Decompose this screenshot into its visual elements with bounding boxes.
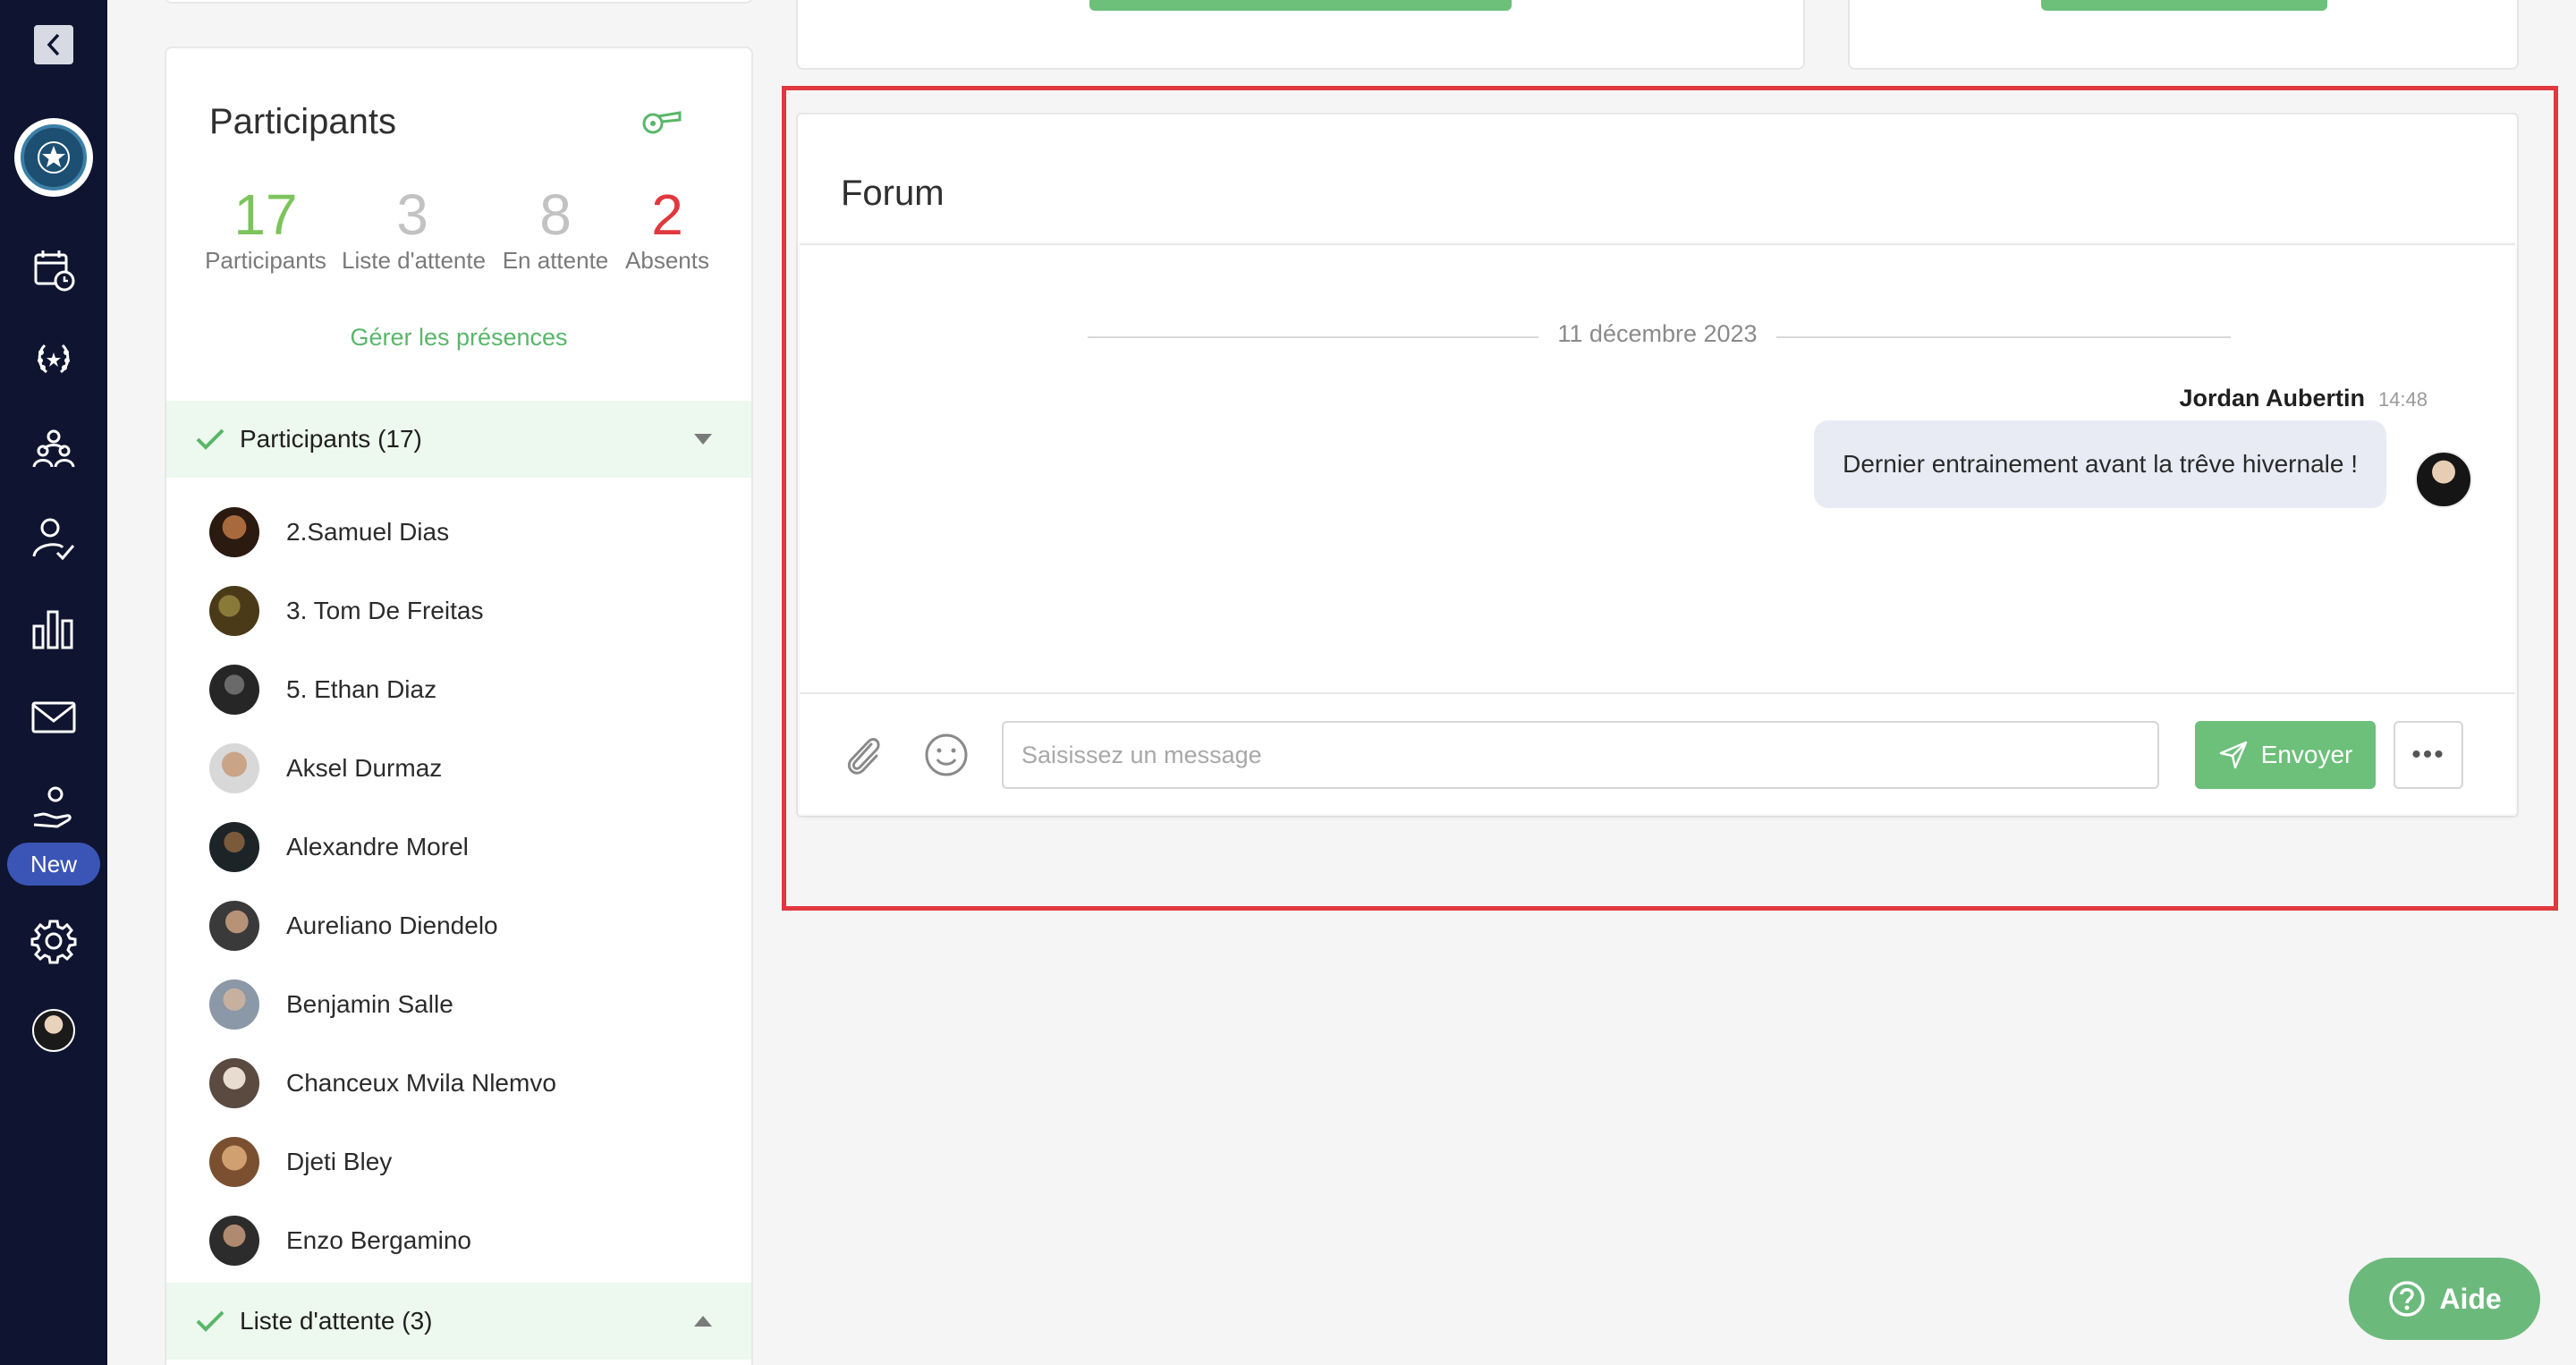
list-item[interactable]: Chanceux Mvila Nlemvo [209, 1057, 556, 1109]
member-name: Chanceux Mvila Nlemvo [286, 1069, 556, 1097]
list-item[interactable]: Enzo Bergamino [209, 1215, 471, 1267]
hand-user-icon[interactable] [27, 780, 80, 834]
message-author: Jordan Aubertin [2179, 385, 2365, 411]
stat-pending-label: En attente [502, 247, 609, 274]
member-name: 5. Ethan Diaz [286, 675, 437, 703]
chevron-left-icon [47, 33, 60, 56]
avatar [209, 743, 259, 793]
message-composer: Envoyer ••• [800, 692, 2515, 814]
stat-absent-label: Absents [625, 247, 709, 274]
top-card-left-button[interactable] [1089, 0, 1512, 11]
member-name: Enzo Bergamino [286, 1226, 472, 1254]
waitlist-section-label: Liste d'attente (3) [240, 1307, 433, 1335]
list-item[interactable]: Aksel Durmaz [209, 742, 442, 794]
avatar [209, 901, 259, 951]
more-options-button[interactable]: ••• [2394, 721, 2463, 789]
emoji-icon[interactable] [923, 732, 970, 783]
member-name: Benjamin Salle [286, 990, 453, 1018]
avatar [209, 665, 259, 715]
bar-chart-icon[interactable] [27, 601, 80, 655]
manage-attendance-link[interactable]: Gérer les présences [166, 324, 751, 352]
stat-waitlist-value: 3 [396, 182, 428, 247]
stat-participants-value: 17 [233, 182, 298, 247]
top-card-right-button[interactable] [2041, 0, 2327, 11]
send-button[interactable]: Envoyer [2195, 721, 2376, 789]
avatar [209, 822, 259, 872]
forum-thread: 11 décembre 2023 Jordan Aubertin 14:48 D… [800, 243, 2515, 814]
message-input[interactable] [1002, 721, 2159, 789]
stat-participants-label: Participants [205, 247, 326, 274]
user-avatar[interactable] [32, 1009, 75, 1052]
top-card-right [1848, 0, 2519, 70]
check-icon [196, 1310, 225, 1332]
whistle-icon[interactable] [639, 107, 683, 140]
participants-section-header[interactable]: Participants (17) [166, 401, 751, 478]
laurel-trophy-icon[interactable] [27, 333, 80, 386]
member-name: Aureliano Diendelo [286, 911, 498, 939]
member-name: 2.Samuel Dias [286, 518, 450, 546]
stat-absent: 2 Absents [617, 182, 717, 275]
list-item[interactable]: 2.Samuel Dias [209, 506, 449, 558]
stat-pending: 8 En attente [499, 182, 612, 275]
stat-waitlist-label: Liste d'attente [342, 247, 487, 274]
stat-pending-value: 8 [539, 182, 572, 247]
send-icon [2219, 741, 2247, 769]
avatar [209, 979, 259, 1030]
club-logo[interactable] [14, 118, 93, 197]
list-item[interactable]: 5. Ethan Diaz [209, 664, 436, 716]
member-name: Aksel Durmaz [286, 754, 443, 782]
stat-absent-value: 2 [651, 182, 683, 247]
check-icon [196, 428, 225, 450]
collapse-sidebar-button[interactable] [34, 25, 73, 64]
list-item[interactable]: Djeti Bley [209, 1136, 392, 1188]
message-bubble: Dernier entrainement avant la trêve hive… [1814, 420, 2386, 508]
member-name: Alexandre Morel [286, 833, 469, 861]
participants-section-label: Participants (17) [240, 425, 422, 453]
club-badge-icon [21, 124, 87, 191]
stat-waitlist: 3 Liste d'attente [342, 182, 487, 275]
user-check-icon[interactable] [27, 512, 80, 565]
send-button-label: Envoyer [2260, 741, 2353, 768]
member-name: 3. Tom De Freitas [286, 597, 484, 624]
caret-up-icon [694, 1316, 712, 1327]
caret-down-icon [694, 434, 712, 445]
list-item[interactable]: Aureliano Diendelo [209, 900, 498, 952]
list-item[interactable]: 3. Tom De Freitas [209, 585, 483, 637]
avatar [209, 1137, 259, 1187]
forum-card: Forum 11 décembre 2023 Jordan Aubertin 1… [796, 113, 2519, 818]
sidebar: New [0, 0, 107, 1365]
mail-icon[interactable] [27, 691, 80, 744]
message-time: 14:48 [2377, 388, 2428, 411]
avatar [209, 586, 259, 636]
waitlist-section-header[interactable]: Liste d'attente (3) [166, 1283, 751, 1360]
participants-title: Participants [209, 102, 396, 141]
avatar [209, 507, 259, 557]
avatar [209, 1216, 259, 1266]
help-button[interactable]: Aide [2349, 1258, 2540, 1340]
help-question-icon [2389, 1281, 2426, 1317]
date-separator: 11 décembre 2023 [1557, 320, 1758, 347]
paperclip-icon[interactable] [841, 732, 886, 784]
avatar [209, 1058, 259, 1108]
top-card-left [796, 0, 1805, 70]
calendar-icon[interactable] [27, 243, 80, 297]
team-icon[interactable] [27, 422, 80, 476]
forum-title: Forum [841, 174, 945, 213]
stat-participants: 17 Participants [202, 182, 329, 275]
list-item[interactable]: Alexandre Morel [209, 821, 469, 873]
help-button-label: Aide [2439, 1282, 2502, 1315]
settings-gear-icon[interactable] [27, 914, 80, 968]
top-panel-stub [165, 0, 753, 4]
new-badge[interactable]: New [7, 843, 100, 886]
message-author-avatar [2415, 451, 2472, 508]
member-name: Djeti Bley [286, 1148, 393, 1175]
participants-panel: Participants 17 Participants 3 Liste d'a… [165, 47, 753, 1365]
list-item[interactable]: Benjamin Salle [209, 979, 453, 1030]
